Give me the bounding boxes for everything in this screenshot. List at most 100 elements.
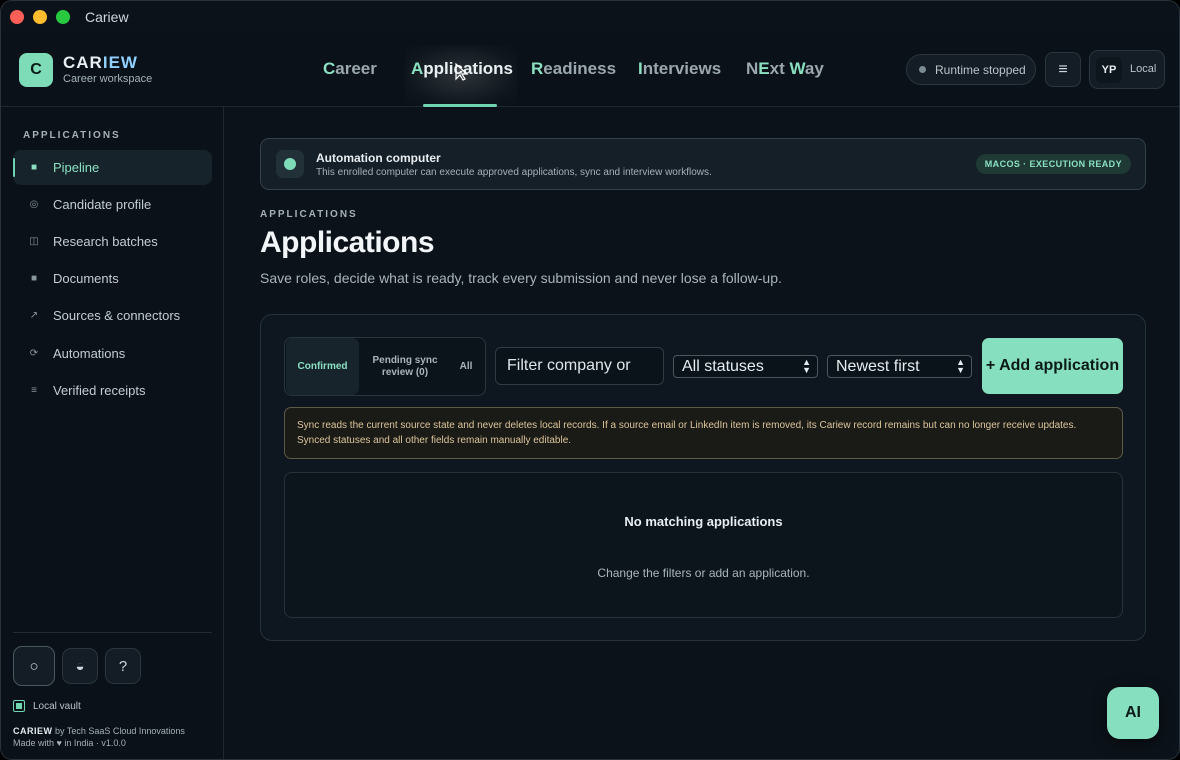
banner-description: This enrolled computer can execute appro… bbox=[316, 167, 712, 178]
sidebar-item-research-batches[interactable]: ◫ Research batches bbox=[13, 224, 212, 259]
runtime-status-label: Runtime stopped bbox=[935, 62, 1026, 77]
sort-select-value: Newest first bbox=[836, 357, 920, 375]
circle-icon: ◎ bbox=[29, 199, 39, 210]
title-bar: Cariew bbox=[1, 1, 1179, 33]
nav-readiness-cap: R bbox=[531, 59, 544, 78]
main-content: Automation computer This enrolled comput… bbox=[225, 107, 1179, 759]
columns-icon: ◫ bbox=[29, 236, 39, 247]
sidebar-heading: APPLICATIONS bbox=[23, 130, 121, 141]
section-label: APPLICATIONS bbox=[260, 209, 358, 220]
nav-career-cap: C bbox=[323, 59, 336, 78]
status-select[interactable]: All statuses ▲ ▼ bbox=[673, 355, 818, 378]
nav-readiness-label: eadiness bbox=[543, 59, 617, 78]
sidebar-item-label: Verified receipts bbox=[53, 383, 146, 398]
user-mode-label: Local bbox=[1130, 63, 1157, 75]
zoom-window-button[interactable] bbox=[56, 10, 70, 24]
vault-checkbox-icon bbox=[13, 700, 25, 712]
sidebar-item-pipeline[interactable]: ■ Pipeline bbox=[13, 150, 212, 185]
sidebar-item-label: Documents bbox=[53, 271, 119, 286]
contrast-icon: ◒ bbox=[75, 657, 85, 675]
sidebar-item-candidate-profile[interactable]: ◎ Candidate profile bbox=[13, 187, 212, 222]
filter-company-input[interactable]: Filter company or bbox=[495, 347, 664, 385]
sidebar-item-sources-connectors[interactable]: ↗ Sources & connectors bbox=[13, 298, 212, 333]
automation-banner: Automation computer This enrolled comput… bbox=[260, 138, 1146, 190]
applications-panel: Confirmed Pending sync review (0) All Fi… bbox=[260, 314, 1146, 641]
nav-next-way[interactable]: NExt Way bbox=[746, 59, 824, 79]
nav-interviews[interactable]: Interviews bbox=[638, 59, 721, 79]
list-icon: ≡ bbox=[31, 385, 37, 396]
credit-by: by Tech SaaS Cloud Innovations bbox=[52, 726, 185, 736]
sidebar-item-label: Candidate profile bbox=[53, 197, 152, 212]
sidebar-divider bbox=[13, 632, 212, 633]
empty-state-title: No matching applications bbox=[624, 514, 783, 529]
app-window: Cariew C CARIEW Career workspace Career … bbox=[0, 0, 1180, 760]
brand-name: CARIEW bbox=[63, 53, 138, 73]
loop-icon: ⟳ bbox=[29, 348, 39, 359]
sidebar-item-documents[interactable]: ■ Documents bbox=[13, 261, 212, 296]
brand-name-part2: IEW bbox=[102, 53, 138, 72]
sort-select[interactable]: Newest first ▲ ▼ bbox=[827, 355, 972, 378]
logo-icon: C bbox=[19, 53, 53, 87]
circle-icon: ○ bbox=[29, 657, 39, 675]
nav-next-way-e: E bbox=[758, 59, 770, 78]
nav-next-way-ay: ay bbox=[804, 59, 824, 78]
status-select-value: All statuses bbox=[682, 357, 764, 375]
vault-label: Local vault bbox=[33, 700, 81, 712]
sidebar-item-automations[interactable]: ⟳ Automations bbox=[13, 336, 212, 371]
sidebar-item-label: Research batches bbox=[53, 234, 158, 249]
document-icon: ■ bbox=[30, 273, 38, 284]
minimize-window-button[interactable] bbox=[33, 10, 47, 24]
hamburger-icon: ≡ bbox=[1058, 60, 1068, 78]
tab-pending-sync-review[interactable]: Pending sync review (0) bbox=[365, 338, 445, 395]
sync-notice: Sync reads the current source state and … bbox=[284, 407, 1123, 459]
square-icon: ■ bbox=[30, 162, 38, 173]
computer-status-icon bbox=[276, 150, 304, 178]
user-menu-button[interactable]: YP Local bbox=[1089, 50, 1165, 89]
help-icon: ? bbox=[118, 657, 128, 675]
nav-career-label: areer bbox=[335, 59, 377, 78]
ai-assistant-button[interactable]: AI bbox=[1107, 687, 1159, 739]
nav-applications-cap: A bbox=[411, 59, 424, 78]
theme-toggle-button[interactable]: ◒ bbox=[62, 648, 98, 684]
tab-confirmed[interactable]: Confirmed bbox=[286, 338, 359, 395]
page-title: Applications bbox=[260, 226, 435, 259]
add-application-button[interactable]: + Add application bbox=[982, 338, 1123, 394]
sidebar-item-label: Sources & connectors bbox=[53, 308, 181, 323]
select-chevron-icon: ▲ ▼ bbox=[956, 357, 965, 375]
brand-subtitle: Career workspace bbox=[63, 73, 153, 85]
window-title: Cariew bbox=[85, 9, 129, 25]
nav-next-way-n: N bbox=[746, 59, 759, 78]
sidebar-item-label: Automations bbox=[53, 346, 126, 361]
avatar: YP bbox=[1096, 57, 1122, 83]
circle-tool-button[interactable]: ○ bbox=[13, 646, 55, 686]
brand-name-part1: CAR bbox=[63, 53, 103, 72]
sidebar-item-verified-receipts[interactable]: ≡ Verified receipts bbox=[13, 373, 212, 408]
tab-all[interactable]: All bbox=[449, 338, 483, 395]
app-header: C CARIEW Career workspace Career Applica… bbox=[1, 33, 1179, 107]
arrow-icon: ↗ bbox=[29, 310, 39, 321]
status-badge: MACOS · EXECUTION READY bbox=[975, 154, 1131, 174]
select-chevron-icon: ▲ ▼ bbox=[802, 357, 811, 375]
nav-next-way-w: W bbox=[789, 59, 805, 78]
nav-interviews-label: nterviews bbox=[642, 59, 722, 78]
runtime-status-pill[interactable]: Runtime stopped bbox=[906, 54, 1036, 85]
mouse-cursor-icon bbox=[455, 63, 469, 81]
local-vault-toggle[interactable]: Local vault bbox=[13, 700, 81, 712]
close-window-button[interactable] bbox=[10, 10, 24, 24]
nav-next-way-xt: xt bbox=[769, 59, 790, 78]
banner-title: Automation computer bbox=[316, 151, 441, 165]
status-dot-icon bbox=[919, 66, 926, 73]
empty-state-description: Change the filters or add an application… bbox=[597, 566, 810, 580]
credit-line-1: CARIEW by Tech SaaS Cloud Innovations bbox=[13, 725, 185, 737]
sidebar: APPLICATIONS ■ Pipeline ◎ Candidate profil… bbox=[1, 107, 224, 759]
menu-button[interactable]: ≡ bbox=[1045, 52, 1081, 87]
sidebar-item-label: Pipeline bbox=[53, 160, 100, 175]
empty-state: No matching applications Change the filt… bbox=[284, 472, 1123, 618]
nav-career[interactable]: Career bbox=[323, 59, 377, 79]
page-description: Save roles, decide what is ready, track … bbox=[260, 270, 782, 286]
view-segmented-control: Confirmed Pending sync review (0) All bbox=[284, 337, 486, 396]
help-button[interactable]: ? bbox=[105, 648, 141, 684]
app-credit: CARIEW by Tech SaaS Cloud Innovations Ma… bbox=[13, 725, 185, 749]
credit-brand: CARIEW bbox=[13, 726, 53, 736]
nav-readiness[interactable]: Readiness bbox=[531, 59, 616, 79]
